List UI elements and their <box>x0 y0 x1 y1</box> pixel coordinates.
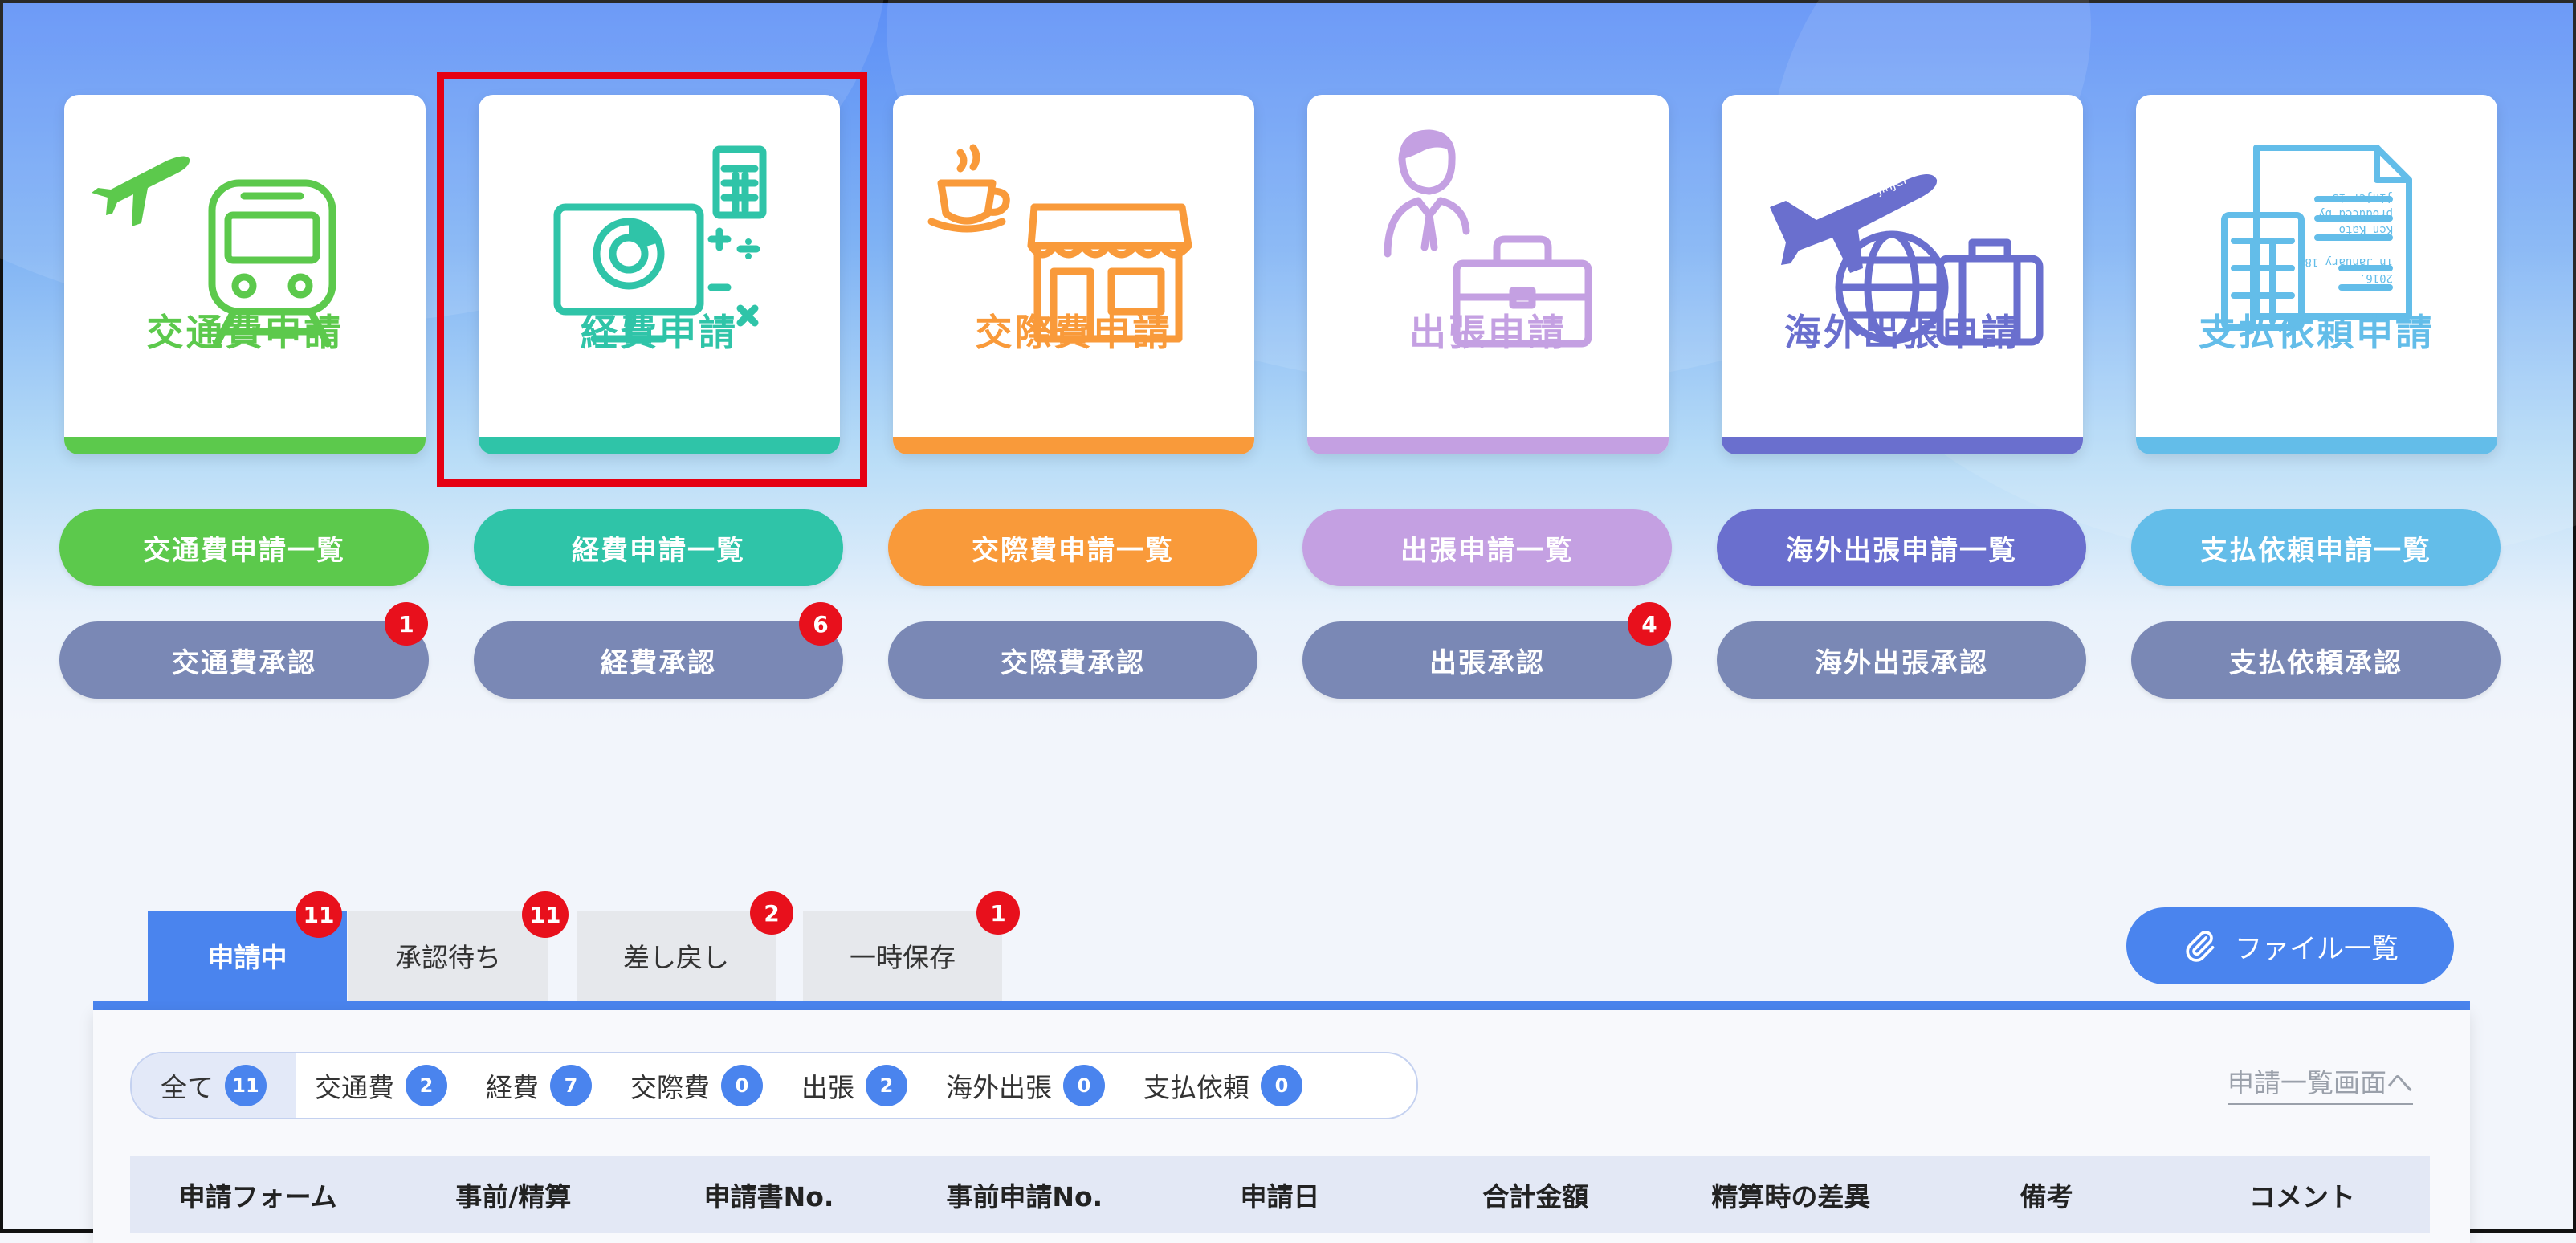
tab-returned[interactable]: 差し戻し <box>577 911 776 1001</box>
panel-accent-bar <box>93 1001 2470 1010</box>
column-header[interactable]: 備考 <box>1919 1176 2175 1214</box>
filter-all[interactable]: 全て 11 <box>132 1053 296 1118</box>
tab-awaiting-approval[interactable]: 承認待ち <box>348 911 548 1001</box>
filter-expense[interactable]: 経費 7 <box>467 1053 611 1118</box>
filter-count: 7 <box>550 1065 592 1106</box>
filter-count: 2 <box>406 1065 447 1106</box>
column-header[interactable]: 事前/精算 <box>385 1176 641 1214</box>
overseas-trip-list-button[interactable]: 海外出張申請一覧 <box>1717 509 2086 586</box>
card-title: 交際費申請 <box>975 311 1172 354</box>
card-transport-expense[interactable]: 交通費申請 <box>64 95 426 454</box>
filter-count: 2 <box>866 1065 907 1106</box>
filter-count: 0 <box>721 1065 763 1106</box>
card-color-bar <box>1722 437 2083 454</box>
business-trip-list-button[interactable]: 出張申請一覧 <box>1302 509 1672 586</box>
filter-label: 全て <box>161 1072 214 1103</box>
document-text-line: in January 18, <box>2298 255 2393 268</box>
filter-overseas-trip[interactable]: 海外出張 0 <box>927 1053 1124 1118</box>
filter-business-trip[interactable]: 出張 2 <box>782 1053 927 1118</box>
transport-list-button[interactable]: 交通費申請一覧 <box>59 509 429 586</box>
column-header[interactable]: 精算時の差異 <box>1663 1176 1918 1214</box>
expense-list-button[interactable]: 経費申請一覧 <box>474 509 843 586</box>
card-title: 支払依頼申請 <box>2199 311 2435 354</box>
card-color-bar <box>64 437 426 454</box>
table-header: 申請フォーム 事前/精算 申請書No. 事前申請No. 申請日 合計金額 精算時… <box>130 1156 2430 1233</box>
notification-badge: 4 <box>1628 602 1671 646</box>
entertainment-approve-button[interactable]: 交際費承認 <box>888 622 1257 699</box>
document-text-line: jinjer is <box>2332 191 2393 204</box>
card-title: 交通費申請 <box>146 311 344 354</box>
card-color-bar <box>2136 437 2497 454</box>
filter-label: 出張 <box>801 1072 854 1103</box>
filter-label: 交際費 <box>630 1072 710 1103</box>
notification-badge: 1 <box>385 602 428 646</box>
card-business-trip[interactable]: 出張申請 <box>1307 95 1669 454</box>
card-payment-request[interactable]: jinjer is produced by Ken Kato in Januar… <box>2136 95 2497 454</box>
tab-badge: 2 <box>750 891 793 935</box>
column-header[interactable]: 申請日 <box>1152 1176 1408 1214</box>
card-entertainment-expense[interactable]: 交際費申請 <box>893 95 1254 454</box>
paperclip-icon <box>2186 931 2215 962</box>
filter-entertainment[interactable]: 交際費 0 <box>611 1053 782 1118</box>
filter-label: 経費 <box>486 1072 539 1103</box>
filter-transport[interactable]: 交通費 2 <box>296 1053 467 1118</box>
column-header[interactable]: 合計金額 <box>1408 1176 1663 1214</box>
card-overseas-trip[interactable]: jinjer 海外出張申請 <box>1722 95 2083 454</box>
transport-approve-button[interactable]: 交通費承認 <box>59 622 429 699</box>
selection-highlight-box <box>437 72 867 487</box>
application-list-link[interactable]: 申請一覧画面へ <box>2228 1062 2413 1105</box>
payment-request-approve-button[interactable]: 支払依頼承認 <box>2131 622 2501 699</box>
expense-approve-button[interactable]: 経費承認 <box>474 622 843 699</box>
card-color-bar <box>893 437 1254 454</box>
tab-badge: 1 <box>976 891 1020 935</box>
category-filter-bar: 全て 11 交通費 2 経費 7 交際費 0 出張 2 海外出張 0 支払依頼 0 <box>130 1052 1418 1119</box>
tab-badge: 11 <box>296 891 342 938</box>
column-header[interactable]: 申請書No. <box>641 1176 896 1214</box>
filter-count: 11 <box>225 1065 267 1106</box>
filter-label: 支払依頼 <box>1143 1072 1249 1103</box>
document-text-line: produced by <box>2318 207 2393 220</box>
column-header[interactable]: 申請フォーム <box>130 1176 385 1214</box>
column-header[interactable]: 事前申請No. <box>897 1176 1152 1214</box>
card-color-bar <box>1307 437 1669 454</box>
entertainment-list-button[interactable]: 交際費申請一覧 <box>888 509 1257 586</box>
tab-draft[interactable]: 一時保存 <box>803 911 1002 1001</box>
document-text-line: Ken Kato <box>2339 223 2393 236</box>
filter-label: 海外出張 <box>946 1072 1052 1103</box>
notification-badge: 6 <box>799 602 842 646</box>
file-list-label: ファイル一覧 <box>2235 932 2399 965</box>
payment-request-list-button[interactable]: 支払依頼申請一覧 <box>2131 509 2501 586</box>
file-list-button[interactable]: ファイル一覧 <box>2126 907 2454 984</box>
filter-count: 0 <box>1261 1065 1302 1106</box>
document-text-line: 2016. <box>2359 271 2393 284</box>
filter-label: 交通費 <box>315 1072 394 1103</box>
business-trip-approve-button[interactable]: 出張承認 <box>1302 622 1672 699</box>
tab-badge: 11 <box>522 891 569 938</box>
card-title: 海外出張申請 <box>1784 311 2020 354</box>
filter-payment-request[interactable]: 支払依頼 0 <box>1124 1053 1322 1118</box>
card-title: 出張申請 <box>1409 311 1567 354</box>
filter-count: 0 <box>1063 1065 1105 1106</box>
overseas-trip-approve-button[interactable]: 海外出張承認 <box>1717 622 2086 699</box>
column-header[interactable]: コメント <box>2175 1176 2430 1214</box>
